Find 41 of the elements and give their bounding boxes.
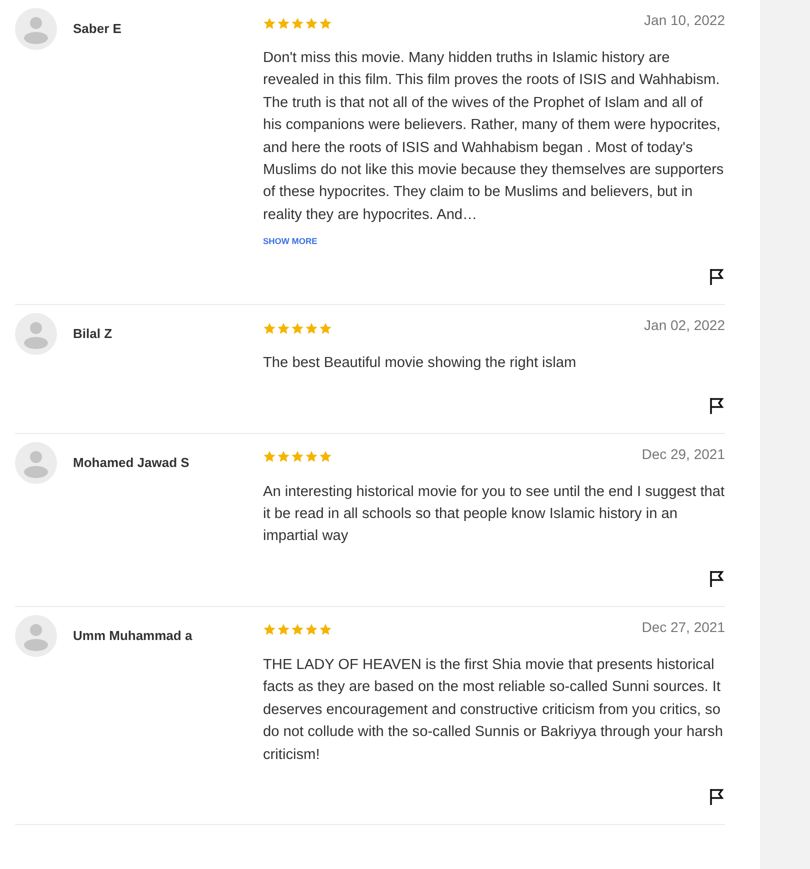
star-icon [277, 322, 290, 335]
star-icon [277, 450, 290, 464]
star-icon [291, 450, 304, 464]
reviewer-name: Umm Muhammad a [73, 628, 192, 643]
star-icon [291, 322, 304, 335]
star-icon [305, 623, 318, 636]
avatar-icon [15, 313, 57, 356]
flag-icon[interactable] [709, 268, 725, 286]
star-icon [305, 16, 318, 30]
review-date: Jan 10, 2022 [644, 12, 725, 28]
star-icon [291, 16, 304, 30]
star-icon [291, 623, 304, 636]
flag-icon[interactable] [709, 788, 725, 806]
reviewer-name: Bilal Z [73, 326, 112, 342]
show-more-link[interactable]: SHOW MORE [263, 236, 318, 246]
star-icon [263, 322, 276, 335]
review-date: Jan 02, 2022 [644, 317, 725, 334]
review-text: An interesting historical movie for you to see until the end I suggest that it be read in all schools so that people know Islamic history in an impartial way [263, 482, 725, 546]
star-icon [277, 623, 290, 636]
avatar-icon [15, 442, 57, 484]
star-icon [319, 16, 332, 30]
review-text: The best Beautiful movie showing the right islam [263, 354, 578, 374]
star-icon [277, 16, 290, 30]
star-icon [263, 16, 276, 30]
flag-icon[interactable] [709, 570, 725, 588]
reviewer-name: Saber E [73, 21, 122, 36]
star-icon [319, 623, 332, 636]
star-icon [305, 450, 318, 464]
star-icon [319, 322, 332, 335]
star-icon [305, 322, 318, 335]
review-text: THE LADY OF HEAVEN is the first Shia movie that presents historical facts as they are based on the most reliable so-called Sunni sources. It deserves encouragement and constructive criticism from you critics, so do not collude with the so-called Sunnis or Bakriyya through your harsh criticism! [263, 656, 724, 764]
flag-icon[interactable] [709, 396, 725, 415]
star-icon [319, 450, 332, 464]
avatar-icon [15, 8, 57, 50]
review-text: Don't miss this movie. Many hidden truths in Islamic history are revealed in this film. This film proves the roots of ISIS and Wahhabism. The truth is that not all of the wives of the Prophet of Islam and all of his companions were believers. Rather, many of them were hypocrites, and here the roots of ISIS and Wahhabism began . Most of today's Muslims do not like this movie because they themselves are supporters of these hypocrites. They claim to be Muslims and believers, but in reality they are hypocrites. And… [263, 49, 725, 225]
reviewer-name: Mohamed Jawad S [73, 454, 190, 470]
star-icon [263, 623, 276, 636]
avatar-icon [15, 614, 57, 657]
review-date: Dec 29, 2021 [642, 446, 725, 462]
star-icon [263, 450, 276, 464]
review-date: Dec 27, 2021 [642, 618, 725, 635]
